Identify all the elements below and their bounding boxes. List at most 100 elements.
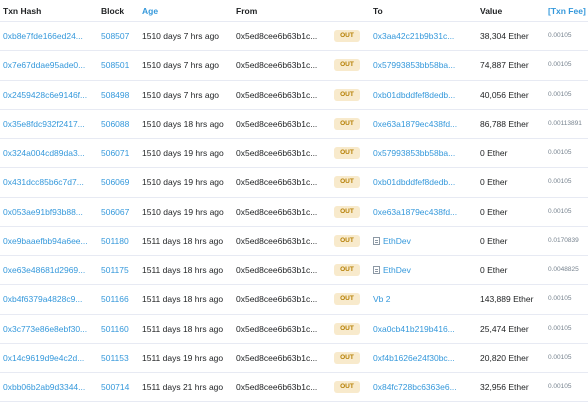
block-link[interactable]: 501153	[101, 344, 135, 372]
txn-hash-link[interactable]: 0x14c9619d9e4c2d...	[3, 344, 95, 372]
to-address-label: 0xf4b1626e24f30bc...	[373, 352, 455, 363]
block-link[interactable]: 501160	[101, 315, 135, 343]
to-address-label: 0x57993853bb58ba...	[373, 148, 456, 158]
from-address: 0x5ed8cee6b63b1c...	[236, 118, 318, 129]
block-link[interactable]: 506071	[101, 139, 135, 167]
to-address-label: 0x3aa42c21b9b31c...	[373, 31, 455, 41]
from-address: 0x5ed8cee6b63b1c...	[236, 89, 318, 100]
txn-fee-text: 0.00105	[548, 295, 572, 303]
direction-badge: OUT	[334, 147, 360, 159]
header-value: Value	[480, 6, 503, 16]
block-link[interactable]: 508507	[101, 22, 135, 50]
to-address-link[interactable]: 0xb01dbddfef8dedb...	[373, 81, 469, 109]
txn-hash-link[interactable]: 0x35e8fdc932f2417...	[3, 110, 95, 138]
value-text: 20,820 Ether	[480, 352, 529, 363]
direction-badge: OUT	[334, 88, 360, 101]
to-address-label: 0x84fc728bc6363e6...	[373, 382, 457, 392]
age-text: 1510 days 19 hrs ago	[142, 148, 224, 158]
age-text: 1510 days 19 hrs ago	[142, 177, 224, 188]
to-address-label: 0xb01dbddfef8dedb...	[373, 89, 456, 100]
from-address: 0x5ed8cee6b63b1c...	[236, 206, 318, 217]
block-link[interactable]: 508501	[101, 51, 135, 79]
block-link[interactable]: 506067	[101, 198, 135, 226]
age-text: 1510 days 7 hrs ago	[142, 31, 220, 41]
from-address: 0x5ed8cee6b63b1c...	[236, 323, 318, 334]
transactions-table: Txn Hash Block Age From To Value [Txn Fe…	[0, 0, 588, 402]
table-row: 0xb4f6379a4828c9... 501166 1511 days 18 hr…	[0, 285, 588, 315]
age-text: 1511 days 18 hrs ago	[142, 323, 224, 334]
txn-fee-text: 0.00113891	[548, 119, 582, 127]
age-text: 1511 days 18 hrs ago	[142, 265, 224, 275]
txn-fee-text: 0.00105	[548, 61, 572, 69]
to-address-link[interactable]: 0xe63a1879ec438fd...	[373, 110, 469, 138]
to-address-link[interactable]: 0x57993853bb58ba...	[373, 51, 469, 79]
to-address-link[interactable]: EthDev	[373, 256, 469, 284]
txn-fee-text: 0.00105	[548, 178, 572, 186]
from-address: 0x5ed8cee6b63b1c...	[236, 148, 318, 158]
txn-hash-link[interactable]: 0xb8e7fde166ed24...	[3, 22, 95, 50]
to-address-link[interactable]: Vb 2	[373, 285, 469, 313]
txn-fee-text: 0.00105	[548, 353, 572, 361]
direction-badge: OUT	[334, 234, 360, 247]
txn-fee-text: 0.0048825	[548, 266, 579, 273]
txn-hash-link[interactable]: 0xb4f6379a4828c9...	[3, 285, 95, 313]
table-header: Txn Hash Block Age From To Value [Txn Fe…	[0, 0, 588, 22]
block-link[interactable]: 508498	[101, 81, 135, 109]
header-txn-fee[interactable]: [Txn Fee]	[548, 6, 586, 16]
age-text: 1510 days 18 hrs ago	[142, 118, 224, 129]
to-address-link[interactable]: 0x3aa42c21b9b31c...	[373, 22, 469, 50]
to-address-label: Vb 2	[373, 294, 391, 305]
txn-hash-link[interactable]: 0x2459428c6e9146f...	[3, 81, 95, 109]
table-row: 0xe63e48681d2969... 501175 1511 days 18 hr…	[0, 256, 588, 286]
value-text: 38,304 Ether	[480, 31, 529, 41]
txn-hash-link[interactable]: 0x7e67ddae95ade0...	[3, 51, 95, 79]
value-text: 86,788 Ether	[480, 118, 529, 129]
header-block: Block	[101, 6, 125, 16]
txn-hash-link[interactable]: 0x324a004cd89da3...	[3, 139, 95, 167]
txn-fee-text: 0.00105	[548, 90, 572, 98]
value-text: 143,889 Ether	[480, 294, 534, 305]
txn-fee-text: 0.00105	[548, 149, 572, 156]
block-link[interactable]: 501166	[101, 285, 135, 313]
txn-hash-link[interactable]: 0xbb06b2ab9d3344...	[3, 373, 95, 401]
age-text: 1511 days 19 hrs ago	[142, 352, 224, 363]
header-txn-hash: Txn Hash	[3, 6, 42, 16]
to-address-link[interactable]: 0x57993853bb58ba...	[373, 139, 469, 167]
from-address: 0x5ed8cee6b63b1c...	[236, 294, 318, 305]
block-link[interactable]: 500714	[101, 373, 135, 401]
header-age[interactable]: Age	[142, 6, 158, 16]
direction-badge: OUT	[334, 322, 360, 335]
direction-badge: OUT	[334, 30, 360, 42]
direction-badge: OUT	[334, 117, 360, 130]
table-row: 0x324a004cd89da3... 506071 1510 days 19 hr…	[0, 139, 588, 169]
direction-badge: OUT	[334, 264, 360, 276]
to-address-link[interactable]: EthDev	[373, 227, 469, 255]
block-link[interactable]: 501180	[101, 227, 135, 255]
to-address-link[interactable]: 0xf4b1626e24f30bc...	[373, 344, 469, 372]
from-address: 0x5ed8cee6b63b1c...	[236, 265, 318, 275]
table-body: 0xb8e7fde166ed24... 508507 1510 days 7 hrs…	[0, 22, 588, 402]
header-to: To	[373, 6, 383, 16]
to-address-link[interactable]: 0xa0cb41b219b416...	[373, 315, 469, 343]
txn-fee-text: 0.00105	[548, 324, 572, 332]
table-row: 0x2459428c6e9146f... 508498 1510 days 7 hr…	[0, 81, 588, 110]
block-link[interactable]: 506088	[101, 110, 135, 138]
txn-hash-link[interactable]: 0x431dcc85b6c7d7...	[3, 168, 95, 196]
txn-hash-link[interactable]: 0x053ae91bf93b88...	[3, 198, 95, 226]
to-address-link[interactable]: 0x84fc728bc6363e6...	[373, 373, 469, 401]
table-row: 0x7e67ddae95ade0... 508501 1510 days 7 hrs…	[0, 51, 588, 81]
to-address-link[interactable]: 0xe63a1879ec438fd...	[373, 198, 469, 226]
value-text: 0 Ether	[480, 235, 508, 246]
block-link[interactable]: 501175	[101, 256, 135, 284]
txn-hash-link[interactable]: 0xe9baaefbb94a6ee...	[3, 227, 95, 255]
to-address-link[interactable]: 0xb01dbddfef8dedb...	[373, 168, 469, 196]
direction-badge: OUT	[334, 293, 360, 306]
block-link[interactable]: 506069	[101, 168, 135, 196]
age-text: 1511 days 21 hrs ago	[142, 382, 224, 392]
txn-hash-link[interactable]: 0xe63e48681d2969...	[3, 256, 95, 284]
direction-badge: OUT	[334, 59, 360, 72]
txn-hash-link[interactable]: 0x3c773e86e8ebf30...	[3, 315, 95, 343]
from-address: 0x5ed8cee6b63b1c...	[236, 235, 318, 246]
contract-icon	[373, 236, 380, 245]
contract-icon	[373, 266, 380, 274]
